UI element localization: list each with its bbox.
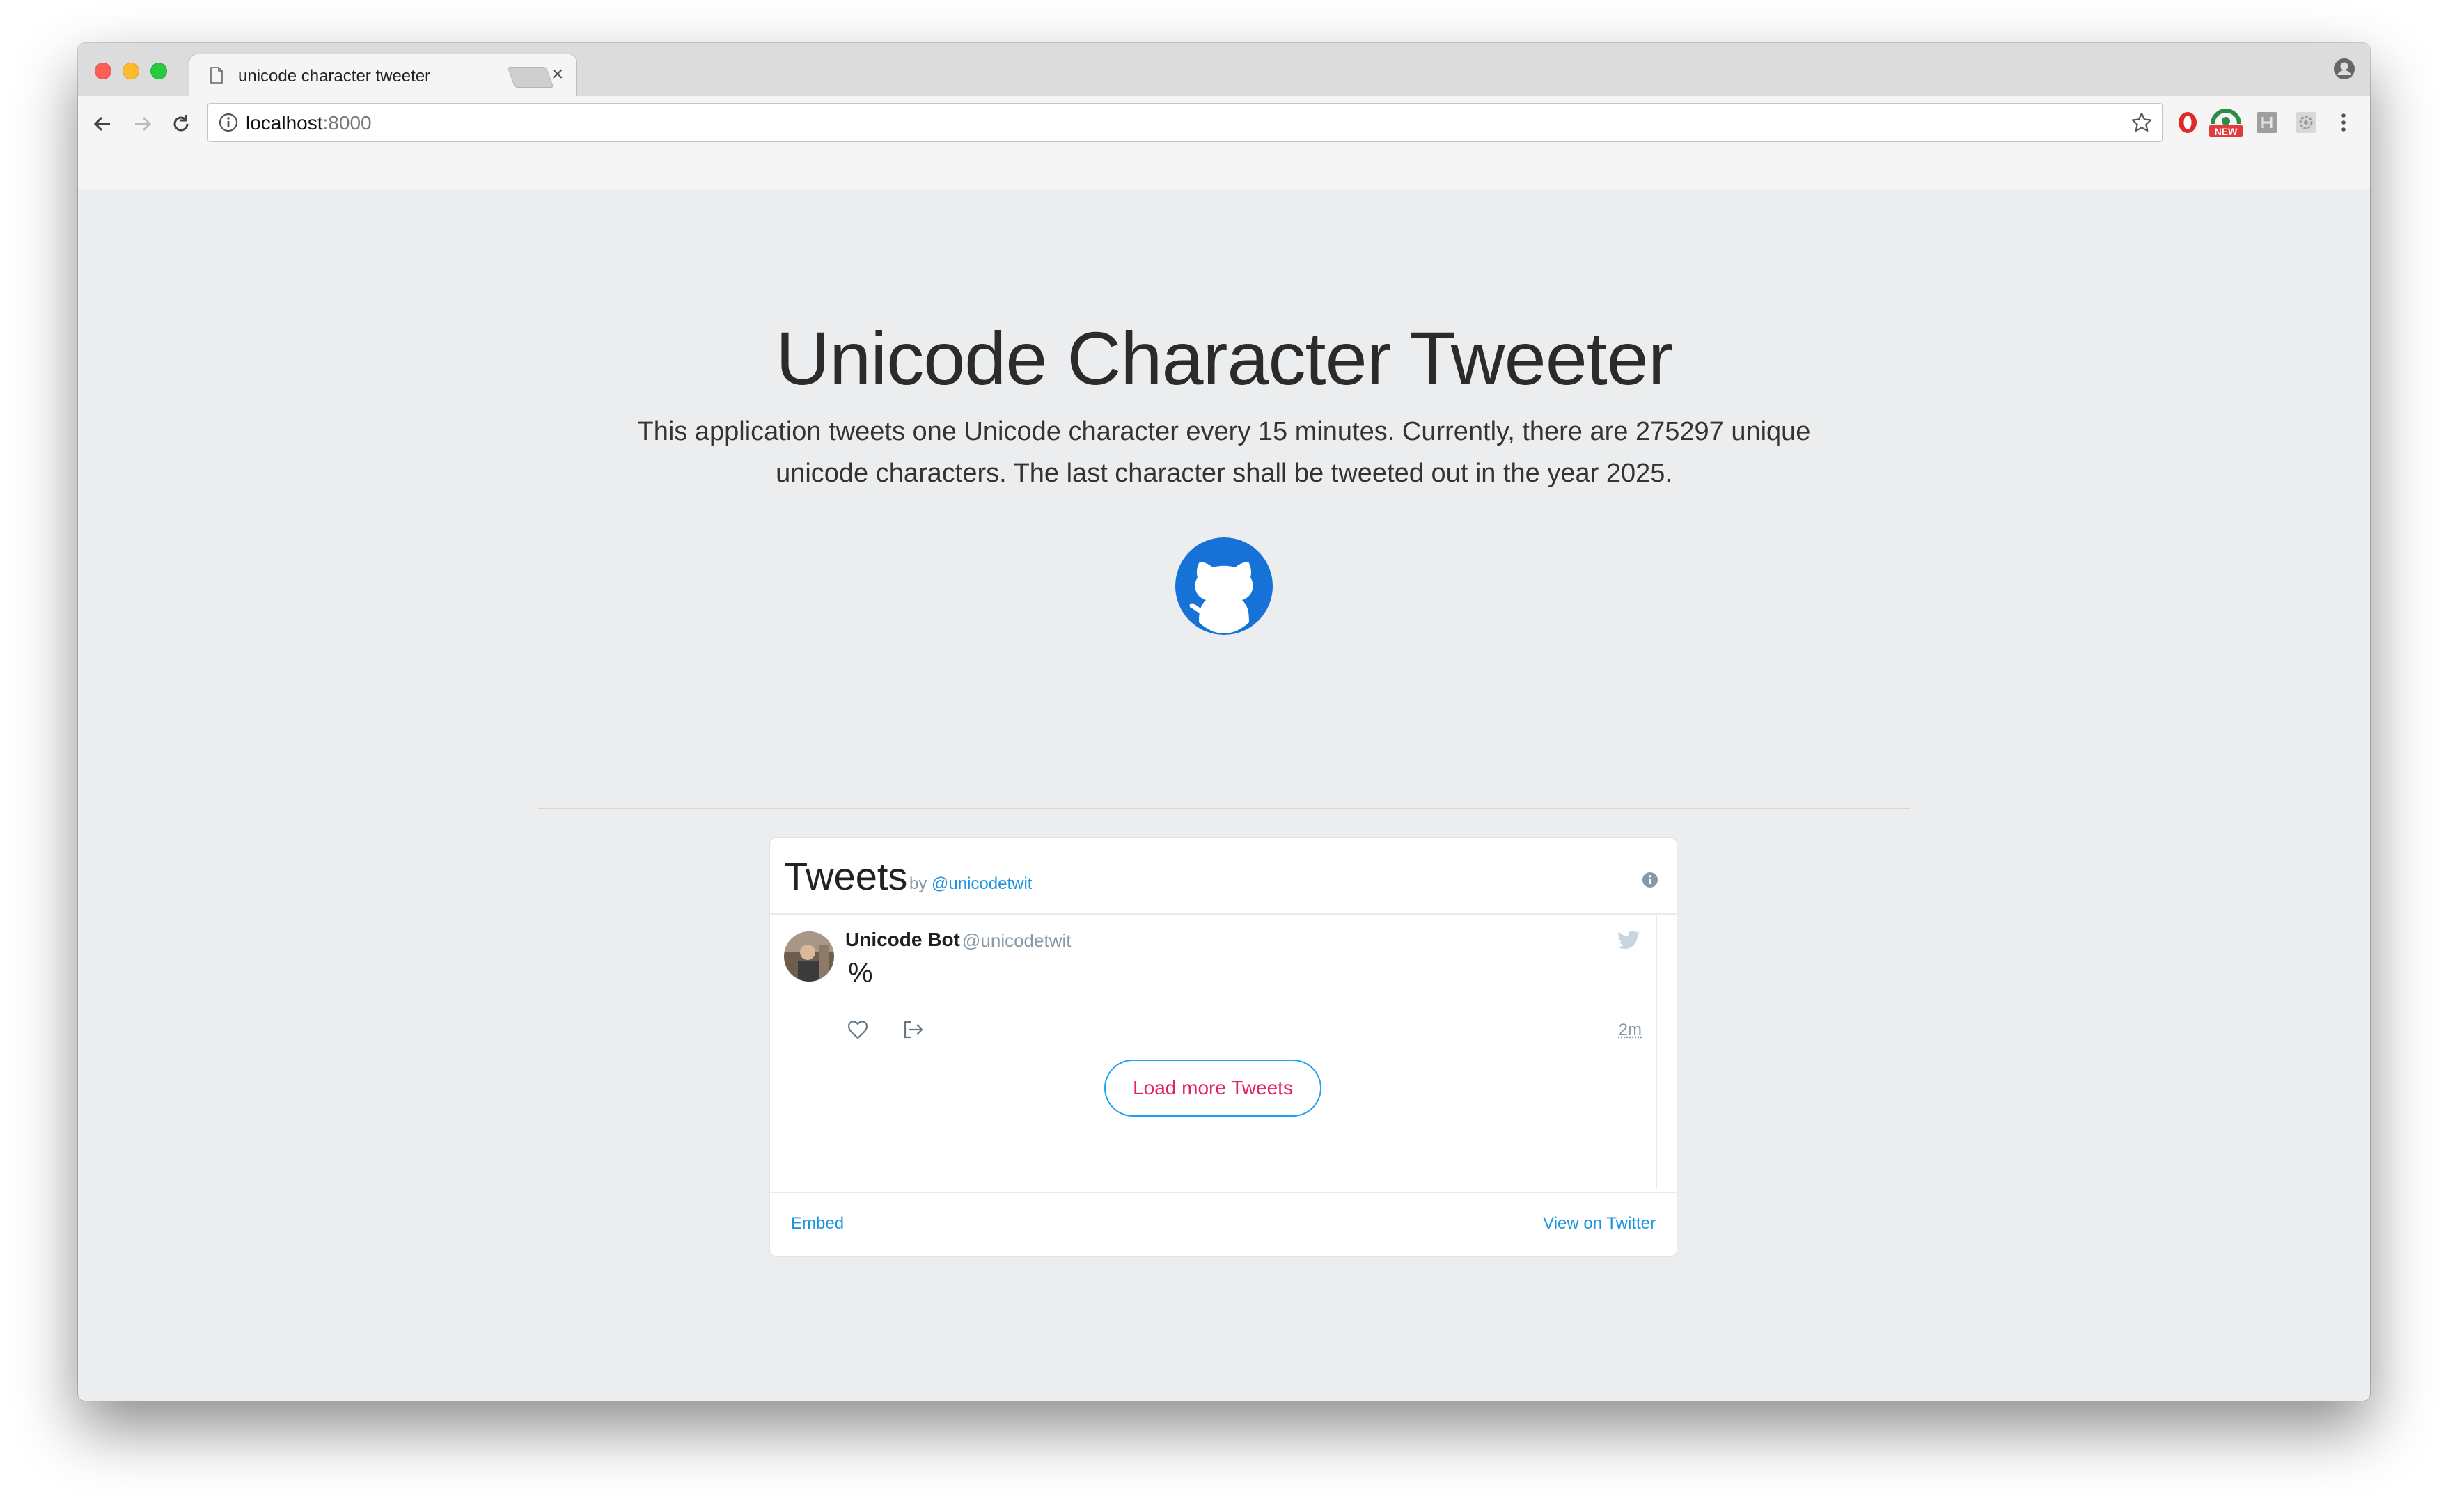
url-text[interactable]: localhost:8000 [246, 112, 372, 134]
new-tab-button[interactable] [507, 67, 554, 88]
widget-header: Tweets by @unicodetwit [770, 838, 1677, 915]
address-bar[interactable]: localhost:8000 [207, 103, 2163, 142]
load-more-tweets-button[interactable]: Load more Tweets [1104, 1060, 1321, 1117]
github-octocat-icon [1175, 537, 1273, 635]
user-avatar[interactable] [784, 931, 834, 982]
page-description: This application tweets one Unicode char… [637, 417, 1811, 488]
minimize-window-button[interactable] [123, 63, 139, 79]
share-icon[interactable] [902, 1019, 925, 1040]
url-port: :8000 [322, 112, 372, 134]
close-window-button[interactable] [95, 63, 111, 79]
byline-handle-link[interactable]: @unicodetwit [932, 874, 1032, 893]
profile-icon[interactable] [2332, 57, 2356, 81]
twitter-bird-icon[interactable] [1617, 930, 1640, 951]
widget-scrollbar[interactable] [1656, 915, 1657, 1189]
tweet-author-handle[interactable]: @unicodetwit [962, 930, 1071, 952]
new-badge-extension-icon[interactable]: NEW [2208, 109, 2243, 138]
page-title: Unicode Character Tweeter [776, 316, 1673, 400]
forward-arrow-icon[interactable] [127, 109, 157, 139]
gear-extension-icon[interactable] [2293, 110, 2318, 135]
twitter-timeline-widget: Tweets by @unicodetwit Unicode Bot @unic… [770, 838, 1677, 1256]
browser-toolbar: localhost:8000 NEW [78, 96, 2370, 189]
url-host: localhost [246, 112, 323, 134]
tweet-timestamp[interactable]: 2m [1619, 1021, 1642, 1040]
zoom-window-button[interactable] [150, 63, 167, 79]
svg-text:NEW: NEW [2215, 126, 2238, 137]
like-heart-icon[interactable] [847, 1019, 869, 1040]
title-bar: unicode character tweeter × [78, 43, 2370, 97]
tweet-text: % [848, 958, 873, 989]
menu-kebab-icon[interactable] [2331, 110, 2356, 135]
info-icon[interactable] [1642, 872, 1658, 888]
section-divider [538, 808, 1910, 809]
opera-extension-icon[interactable] [2175, 110, 2200, 135]
page-content: Unicode Character Tweeter This applicati… [78, 189, 2370, 1401]
tweet-author-name[interactable]: Unicode Bot [845, 929, 960, 951]
site-info-icon[interactable] [218, 112, 239, 133]
bookmark-star-icon[interactable] [2130, 111, 2153, 134]
github-link[interactable] [1175, 537, 1273, 635]
tab-title: unicode character tweeter [238, 67, 431, 86]
grey-square-extension-icon[interactable] [2254, 110, 2280, 135]
widget-title: Tweets [784, 854, 908, 898]
byline-prefix: by [909, 874, 927, 893]
browser-window: unicode character tweeter × localhost:80… [78, 43, 2370, 1401]
document-icon [210, 67, 223, 84]
embed-link[interactable]: Embed [791, 1214, 844, 1234]
widget-body: Unicode Bot @unicodetwit % 2m Load more … [770, 915, 1677, 1189]
reload-icon[interactable] [166, 109, 196, 139]
back-arrow-icon[interactable] [88, 109, 118, 139]
view-on-twitter-link[interactable]: View on Twitter [1543, 1214, 1656, 1234]
widget-byline: by @unicodetwit [909, 874, 1032, 894]
widget-footer: Embed View on Twitter [770, 1192, 1677, 1256]
tab-close-icon[interactable]: × [551, 64, 564, 85]
